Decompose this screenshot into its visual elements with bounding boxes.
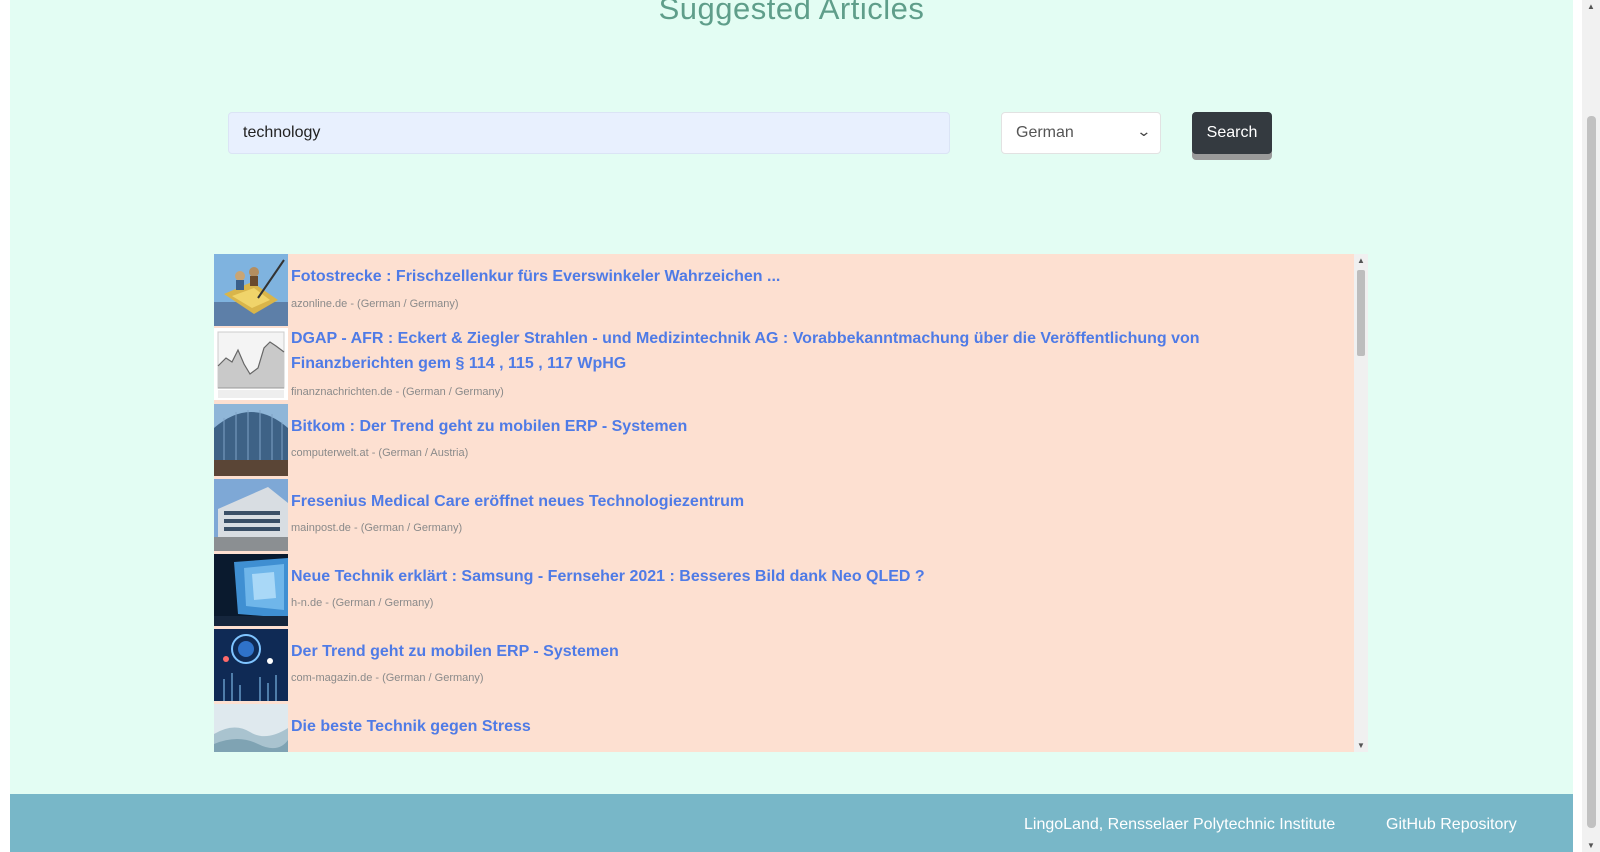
list-item: DGAP - AFR : Eckert & Ziegler Strahlen -… bbox=[214, 328, 1344, 400]
page-scrollbar[interactable]: ▲ ▼ bbox=[1582, 0, 1600, 852]
search-input[interactable] bbox=[228, 112, 950, 154]
article-source: h-n.de - (German / Germany) bbox=[291, 597, 434, 609]
blue-ice-image[interactable] bbox=[214, 554, 288, 626]
stock-chart-image[interactable] bbox=[214, 328, 288, 400]
office-building-image[interactable] bbox=[214, 479, 288, 551]
article-title-link[interactable]: Neue Technik erklärt : Samsung - Fernseh… bbox=[291, 564, 1251, 589]
chevron-down-icon: ⌄ bbox=[1136, 123, 1152, 139]
results-scrollbar[interactable]: ▲ ▼ bbox=[1354, 254, 1368, 752]
article-source: azonline.de - (German / Germany) bbox=[291, 298, 459, 310]
github-repository-link[interactable]: GitHub Repository bbox=[1386, 816, 1517, 834]
language-select[interactable]: German ⌄ bbox=[1001, 112, 1161, 154]
scroll-up-arrow-icon[interactable]: ▲ bbox=[1357, 256, 1365, 265]
page-scroll-up-icon[interactable]: ▲ bbox=[1587, 2, 1595, 11]
article-title-link[interactable]: Bitkom : Der Trend geht zu mobilen ERP -… bbox=[291, 414, 1251, 439]
article-source: mainpost.de - (German / Germany) bbox=[291, 522, 463, 534]
list-item: Neue Technik erklärt : Samsung - Fernseh… bbox=[214, 554, 1344, 626]
page-scroll-thumb[interactable] bbox=[1587, 116, 1596, 828]
article-source: finanznachrichten.de - (German / Germany… bbox=[291, 386, 504, 398]
article-title-link[interactable]: Der Trend geht zu mobilen ERP - Systemen bbox=[291, 639, 1251, 664]
glass-building-image[interactable] bbox=[214, 404, 288, 476]
article-source: com-magazin.de - (German / Germany) bbox=[291, 672, 484, 684]
digital-network-image[interactable] bbox=[214, 629, 288, 701]
scroll-down-arrow-icon[interactable]: ▼ bbox=[1357, 741, 1365, 750]
results-list: Fotostrecke : Frischzellenkur fürs Evers… bbox=[214, 254, 1354, 752]
results-scroll-thumb[interactable] bbox=[1357, 270, 1365, 356]
list-item: Fotostrecke : Frischzellenkur fürs Evers… bbox=[214, 254, 1344, 326]
institution-link[interactable]: LingoLand, Rensselaer Polytechnic Instit… bbox=[1024, 816, 1335, 834]
list-item: Bitkom : Der Trend geht zu mobilen ERP -… bbox=[214, 404, 1344, 476]
footer: LingoLand, Rensselaer Polytechnic Instit… bbox=[10, 794, 1573, 852]
list-item: Der Trend geht zu mobilen ERP - Systemen… bbox=[214, 629, 1344, 701]
page-scroll-down-icon[interactable]: ▼ bbox=[1587, 841, 1595, 850]
list-item: Die beste Technik gegen Stress bbox=[214, 704, 1344, 752]
language-select-value: German bbox=[1016, 124, 1074, 141]
article-title-link[interactable]: Fresenius Medical Care eröffnet neues Te… bbox=[291, 489, 1251, 514]
article-title-link[interactable]: Die beste Technik gegen Stress bbox=[291, 714, 1251, 739]
landscape-image[interactable] bbox=[214, 704, 288, 752]
list-item: Fresenius Medical Care eröffnet neues Te… bbox=[214, 479, 1344, 551]
article-title-link[interactable]: DGAP - AFR : Eckert & Ziegler Strahlen -… bbox=[291, 326, 1251, 376]
article-title-link[interactable]: Fotostrecke : Frischzellenkur fürs Evers… bbox=[291, 264, 1251, 289]
sculpture-image[interactable] bbox=[214, 254, 288, 326]
page-title: Suggested Articles bbox=[658, 0, 925, 26]
article-source: computerwelt.at - (German / Austria) bbox=[291, 447, 469, 459]
search-button[interactable]: Search bbox=[1192, 112, 1272, 154]
